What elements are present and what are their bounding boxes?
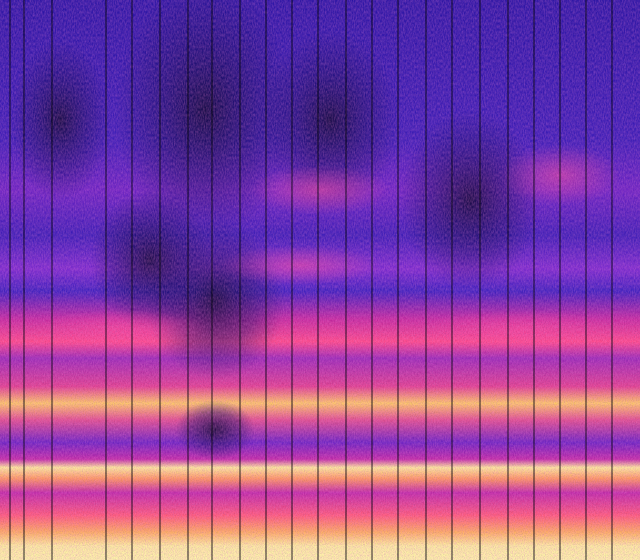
spectrogram-image: [0, 0, 640, 560]
spectrogram-dark-speckle: [0, 0, 640, 560]
spectrogram-view: [0, 0, 640, 560]
